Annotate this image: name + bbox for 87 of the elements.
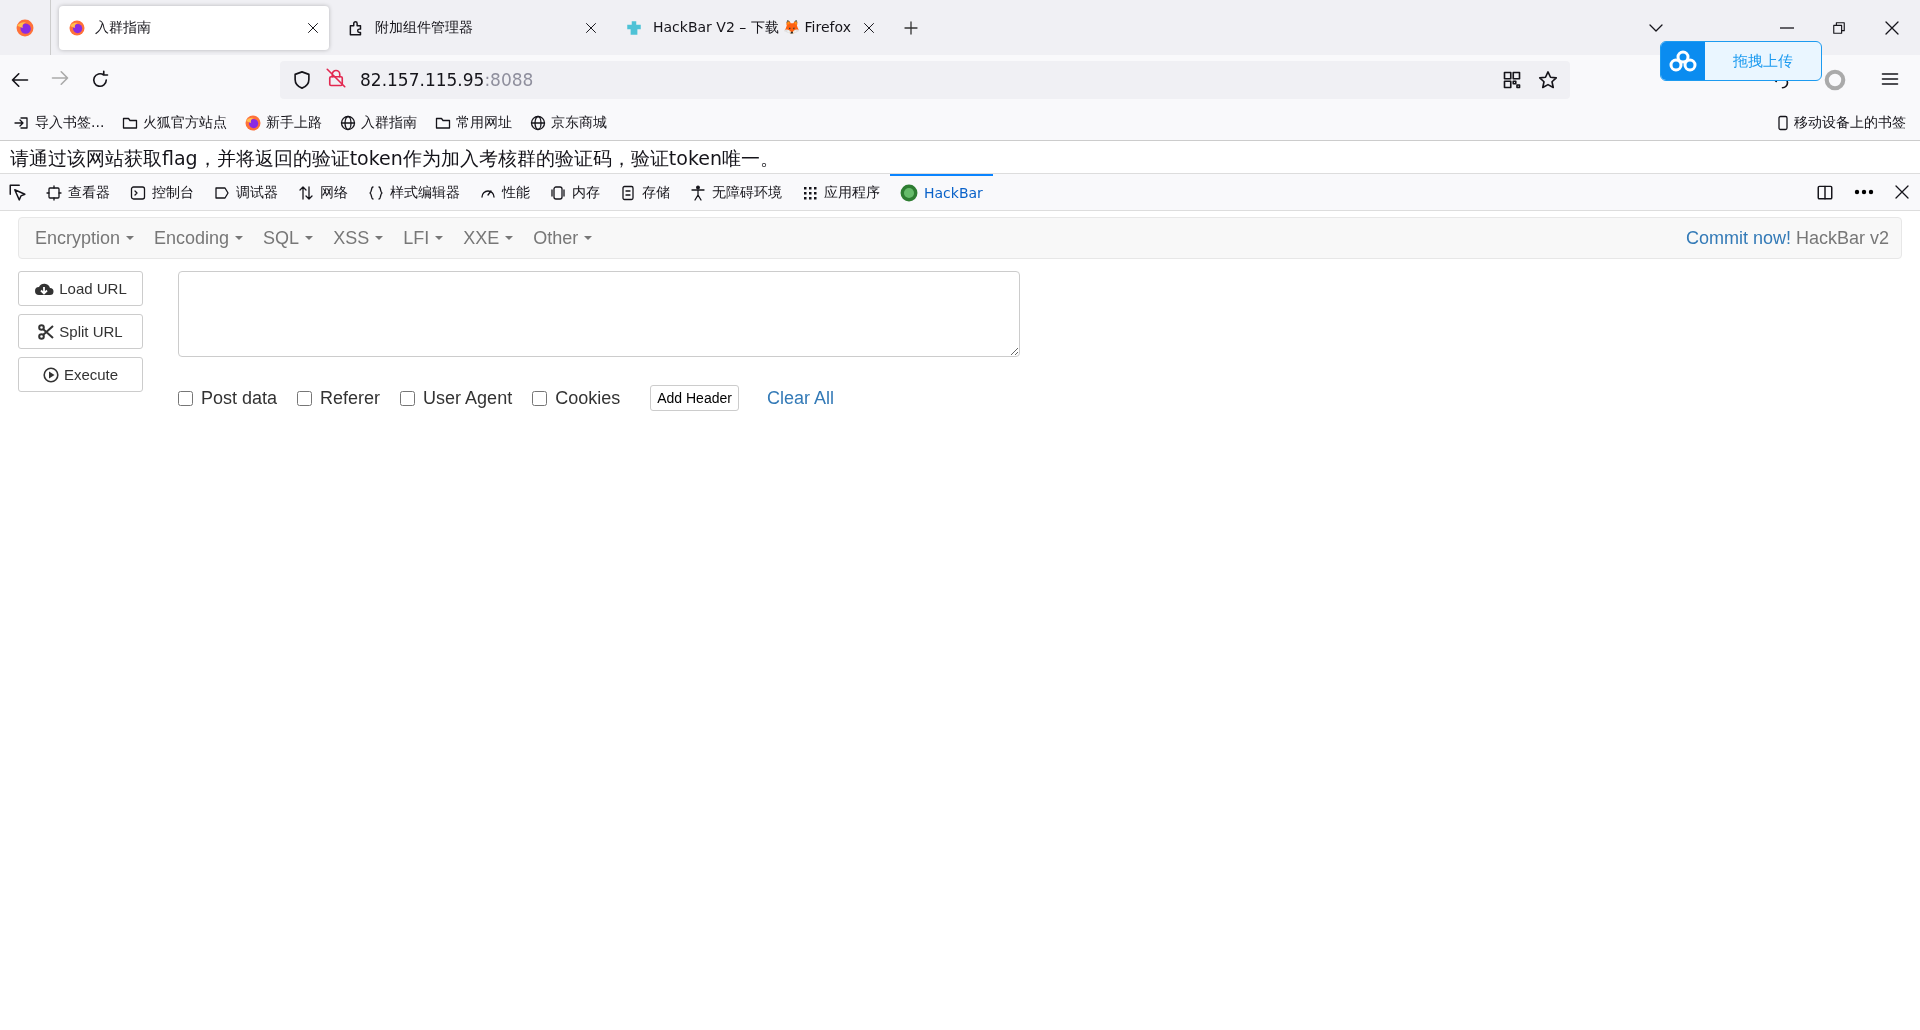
devtools-tab[interactable]: 性能 (470, 174, 540, 210)
bookmark-item[interactable]: 火狐官方站点 (122, 113, 228, 132)
menu-dropdown[interactable]: Encryption (25, 227, 145, 249)
option-checkbox[interactable] (178, 390, 193, 406)
menu-dropdown[interactable]: LFI (393, 227, 454, 249)
storage-icon (620, 185, 636, 201)
close-tab-icon (307, 21, 319, 34)
option-label: Cookies (555, 387, 621, 409)
qr-code-icon (1502, 70, 1522, 90)
url-host: 82.157.115.95 (360, 70, 485, 90)
shield-icon (292, 70, 312, 90)
close-icon (1894, 184, 1910, 200)
close-tab-icon (863, 21, 875, 34)
menu-dropdown[interactable]: SQL (253, 227, 324, 249)
accessibility-icon (690, 185, 706, 201)
browser-tab[interactable]: 附加组件管理器 (337, 5, 607, 50)
chip-icon (550, 185, 566, 201)
option-label: Post data (201, 387, 278, 409)
forward-icon (50, 68, 70, 88)
hackbar-button[interactable]: Split URL (18, 314, 143, 349)
browser-logo-icon (245, 114, 262, 131)
devtools-tab[interactable]: 样式编辑器 (358, 174, 470, 210)
browser-tab[interactable]: HackBar V2 – 下载 🦊 Firefox (615, 5, 885, 50)
scissors-icon (38, 323, 55, 340)
updown-arrows-icon (298, 185, 314, 201)
import-icon (14, 114, 30, 131)
back-icon (10, 70, 30, 90)
play-icon (42, 366, 59, 383)
devtools-tab[interactable]: HackBar (890, 174, 993, 210)
bookmark-item[interactable]: 京东商城 (530, 113, 608, 132)
url-input[interactable] (178, 271, 1020, 357)
devtools-tab[interactable]: 存储 (610, 174, 680, 210)
frame-icon (46, 185, 62, 201)
mobile-bookmarks[interactable]: 移动设备上的书签 (1775, 113, 1906, 132)
menu-dropdown[interactable]: XSS (323, 227, 394, 249)
bookmark-item[interactable]: 导入书签... (14, 113, 105, 132)
hackbar-button[interactable]: Load URL (18, 271, 143, 306)
option-checkbox[interactable] (297, 390, 313, 406)
star-icon (1538, 70, 1558, 90)
bookmark-item[interactable]: 新手上路 (245, 113, 323, 132)
browser-logo-icon (69, 19, 85, 36)
option-label: User Agent (423, 387, 513, 409)
devtools-tab[interactable]: 无障碍环境 (680, 174, 792, 210)
devtools-tab[interactable]: 控制台 (120, 174, 204, 210)
option-checkbox[interactable] (532, 390, 548, 406)
restore-icon (1832, 20, 1846, 35)
option-label: Referer (320, 387, 381, 409)
version-label: HackBar v2 (1795, 227, 1889, 249)
menu-dropdown[interactable]: Encoding (144, 227, 254, 249)
browser-tab[interactable]: 入群指南 (59, 5, 329, 50)
browser-logo-icon (16, 18, 34, 37)
menu-dropdown[interactable]: XXE (453, 227, 524, 249)
bookmark-item[interactable]: 入群指南 (340, 113, 418, 132)
hackbar-button[interactable]: Execute (18, 357, 143, 392)
devtools-tab[interactable]: 查看器 (36, 174, 120, 210)
braces-icon (368, 185, 384, 201)
devtools-tab[interactable]: 调试器 (204, 174, 288, 210)
account-icon (1824, 69, 1846, 91)
menu-dropdown[interactable]: Other (523, 227, 603, 249)
devtools-tab[interactable]: 网络 (288, 174, 358, 210)
page-text: 请通过该网站获取flag，并将返回的验证token作为加入考核群的验证码，验证token唯一。 (10, 147, 779, 169)
minimize-icon (1780, 26, 1794, 29)
more-icon (1854, 189, 1874, 195)
clear-all-link[interactable]: Clear All (766, 387, 834, 409)
close-tab-icon (585, 21, 597, 34)
option-checkbox[interactable] (400, 390, 416, 406)
devtools-tab[interactable]: 应用程序 (792, 174, 890, 210)
pick-element-icon (8, 183, 26, 201)
globe-icon (340, 114, 357, 131)
tag-icon (214, 185, 230, 201)
dock-icon (1816, 183, 1834, 201)
url-port: :8088 (484, 70, 534, 90)
cloud-icon (1669, 50, 1697, 72)
new-tab-icon (903, 19, 919, 36)
address-bar[interactable]: 82.157.115.95:8088 (280, 61, 1570, 99)
phone-icon (1775, 114, 1791, 131)
bookmark-item[interactable]: 常用网址 (435, 113, 513, 132)
add-header-button[interactable]: Add Header (650, 385, 739, 411)
hackbar-logo-icon (900, 184, 918, 202)
commit-link[interactable]: Commit now! (1685, 227, 1791, 249)
reload-icon (90, 70, 110, 90)
close-icon (1884, 19, 1900, 36)
console-icon (130, 185, 146, 201)
insecure-lock-icon (326, 68, 346, 88)
devtools-tab[interactable]: 内存 (540, 174, 610, 210)
globe-icon (530, 114, 547, 131)
grid-icon (802, 185, 818, 201)
